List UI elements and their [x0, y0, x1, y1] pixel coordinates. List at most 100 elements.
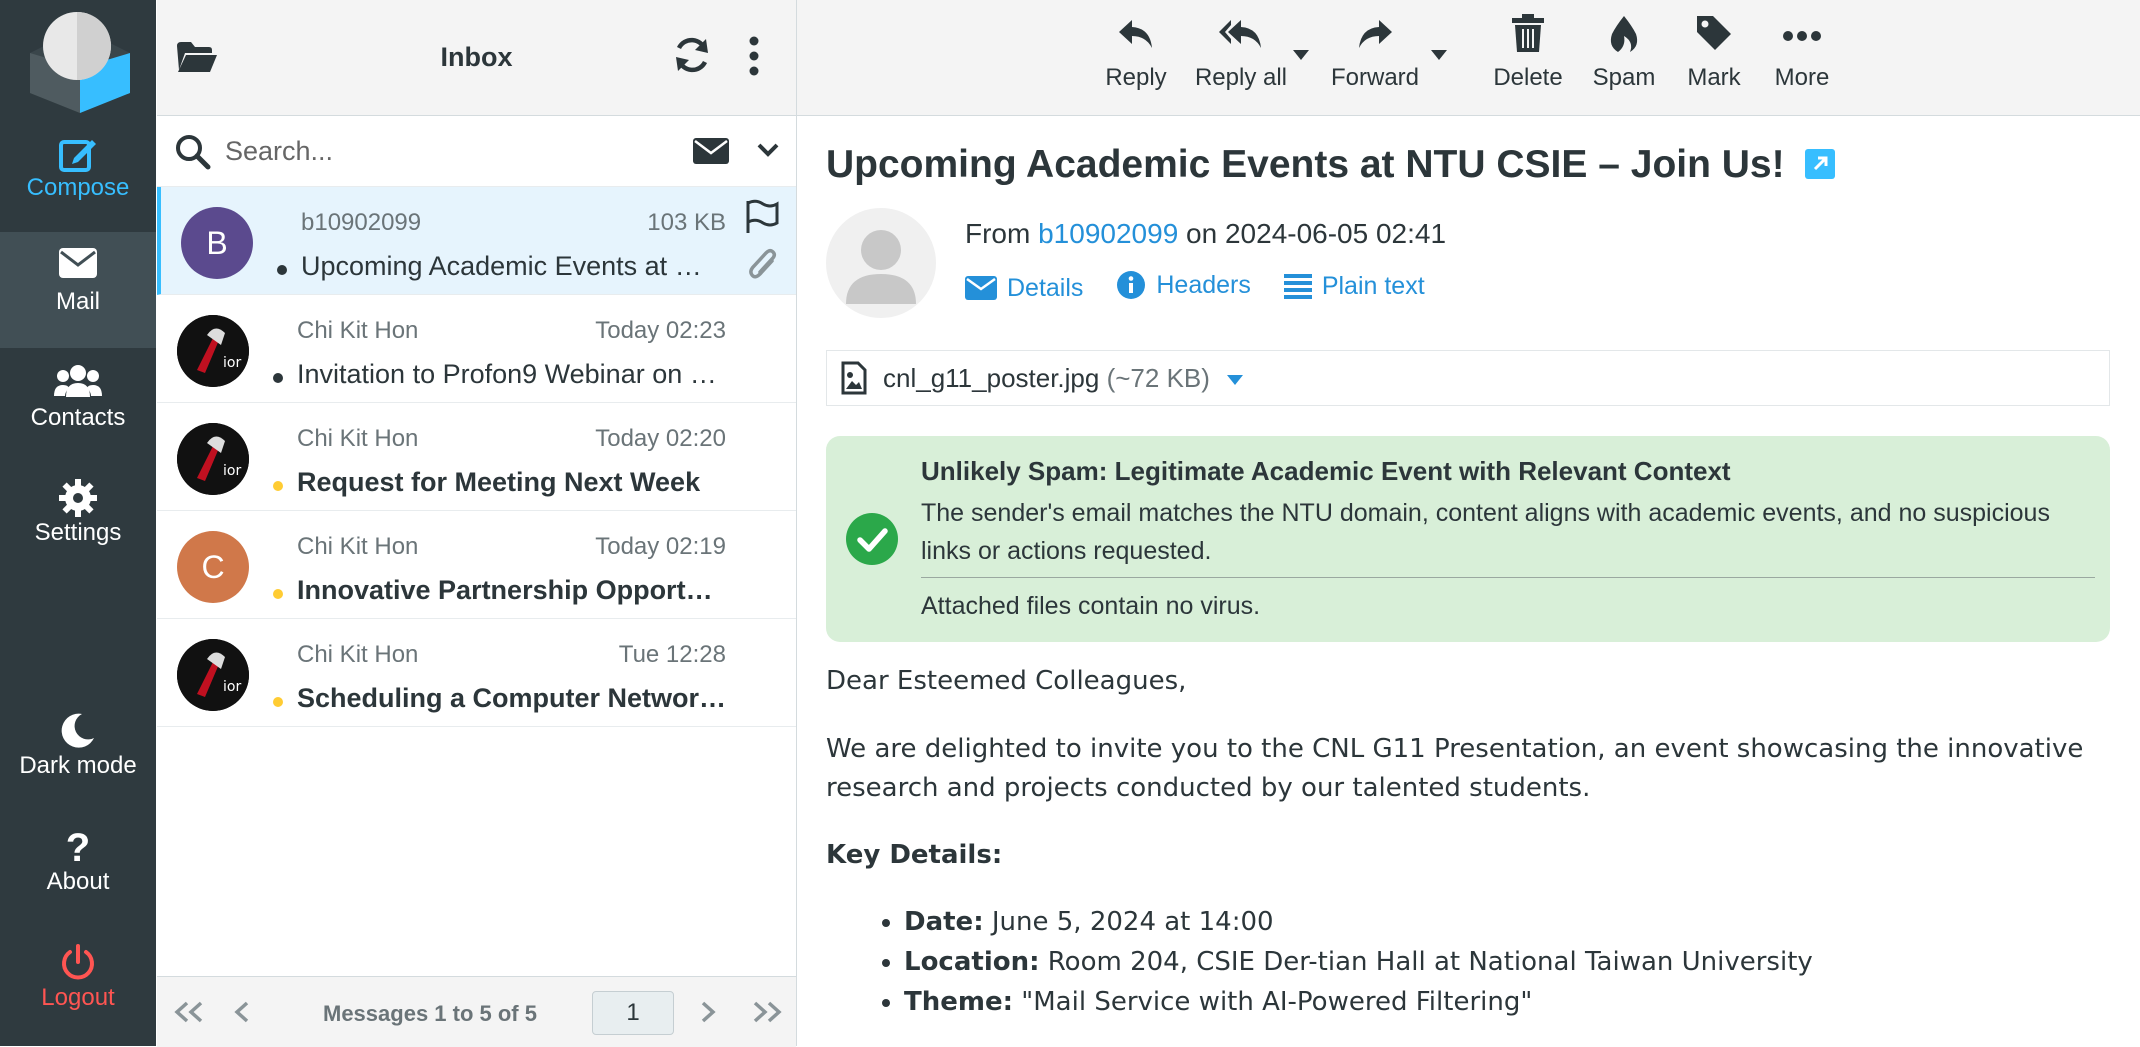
page-number-input[interactable]: 1: [592, 991, 674, 1035]
attachment-menu-icon[interactable]: [1227, 375, 1244, 385]
more-label: More: [1774, 64, 1830, 91]
forward-dropdown-icon[interactable]: [1431, 50, 1447, 60]
question-icon: ?: [65, 826, 91, 870]
open-in-new-window-icon[interactable]: [1805, 149, 1836, 179]
details-link[interactable]: Details: [965, 274, 1083, 303]
reply-all-dropdown-icon[interactable]: [1293, 50, 1309, 60]
header-links: Details Headers Plain text: [965, 270, 1451, 307]
unread-status-dot: [273, 481, 283, 491]
logout-label: Logout: [41, 984, 115, 1011]
message-subject: Invitation to Profon9 Webinar on Email S…: [297, 359, 727, 389]
from-prefix: From: [965, 218, 1031, 249]
check-circle-icon: [846, 513, 898, 565]
avatar: ior: [177, 423, 249, 495]
message-row-3[interactable]: ior Chi Kit Hon Today 02:20 Request for …: [157, 403, 796, 511]
plain-text-label: Plain text: [1321, 271, 1425, 300]
message-row-2[interactable]: ior Chi Kit Hon Today 02:23 Invitation t…: [157, 295, 796, 403]
mail-button[interactable]: Mail: [0, 232, 156, 348]
reply-button[interactable]: Reply: [1101, 14, 1171, 92]
prev-page-icon[interactable]: [233, 1001, 251, 1023]
details-label: Details: [1007, 273, 1084, 302]
compose-button[interactable]: Compose: [0, 118, 156, 234]
dark-mode-button[interactable]: Dark mode: [0, 696, 156, 812]
first-page-icon[interactable]: [171, 1001, 205, 1023]
reply-all-button[interactable]: Reply all: [1191, 14, 1291, 92]
avatar: C: [177, 531, 249, 603]
sender-avatar: [826, 208, 936, 318]
attachment-name-line: cnl_g11_poster.jpg (~72 KB): [883, 363, 1244, 394]
more-button[interactable]: More: [1767, 14, 1837, 92]
last-page-icon[interactable]: [751, 1001, 785, 1023]
mail-label: Mail: [55, 288, 100, 315]
search-bar: [157, 116, 796, 187]
spam-analysis-box: Unlikely Spam: Legitimate Academic Event…: [826, 436, 2110, 642]
headers-label: Headers: [1156, 270, 1251, 299]
more-vertical-icon[interactable]: [749, 36, 759, 76]
spam-label: Spam: [1592, 64, 1656, 91]
reading-pane: Reply Reply all Forward Delete Spam Mark…: [797, 0, 2140, 1046]
attachment-item[interactable]: cnl_g11_poster.jpg (~72 KB): [826, 350, 2110, 406]
message-list-panel: Inbox B b10902099 103 KB Upcoming Academ…: [157, 0, 797, 1047]
avatar: ior: [177, 639, 249, 711]
detail-label: Theme:: [904, 987, 1014, 1017]
flag-icon[interactable]: [744, 199, 780, 235]
message-date: Today 02:20: [595, 425, 726, 452]
compose-icon: [0, 118, 156, 174]
forward-button[interactable]: Forward: [1327, 14, 1423, 92]
sender-link[interactable]: b10902099: [1038, 218, 1178, 249]
mark-button[interactable]: Mark: [1679, 14, 1749, 92]
detail-value: Room 204, CSIE Der-tian Hall at National…: [1047, 947, 1813, 977]
key-details-list: Date: June 5, 2024 at 14:00 Location: Ro…: [826, 902, 1813, 1022]
search-icon: [176, 135, 211, 170]
contacts-label: Contacts: [30, 404, 126, 431]
moon-icon: [0, 696, 156, 752]
paperclip-icon: [749, 248, 777, 279]
detail-value: June 5, 2024 at 14:00: [991, 907, 1274, 937]
key-details-heading: Key Details:: [826, 840, 1003, 870]
logout-button[interactable]: Logout: [0, 928, 156, 1044]
power-icon: [0, 928, 156, 984]
list-footer: Messages 1 to 5 of 5 1: [157, 976, 796, 1047]
list-header: Inbox: [157, 0, 796, 116]
message-sender: Chi Kit Hon: [297, 425, 419, 452]
spam-verdict-title: Unlikely Spam: Legitimate Academic Event…: [921, 456, 1731, 486]
message-row-5[interactable]: ior Chi Kit Hon Tue 12:28 Scheduling a C…: [157, 619, 796, 727]
roundcube-logo: [30, 12, 130, 113]
message-date: Today 02:23: [595, 317, 726, 344]
settings-button[interactable]: Settings: [0, 463, 156, 579]
about-button[interactable]: ? About: [0, 812, 156, 928]
message-count: Messages 1 to 5 of 5: [323, 1001, 537, 1026]
message-subject: Request for Meeting Next Week: [297, 467, 701, 497]
reply-label: Reply: [1105, 64, 1167, 91]
message-subject: Innovative Partnership Opportunity: [297, 575, 727, 605]
dark-mode-label: Dark mode: [19, 752, 137, 779]
plain-text-link[interactable]: Plain text: [1283, 271, 1425, 301]
contacts-button[interactable]: Contacts: [0, 348, 156, 464]
next-page-icon[interactable]: [699, 1001, 717, 1023]
message-subject: Scheduling a Computer Networks Meeting: [297, 683, 727, 713]
message-row-4[interactable]: C Chi Kit Hon Today 02:19 Innovative Par…: [157, 511, 796, 619]
spam-button[interactable]: Spam: [1589, 14, 1659, 92]
compose-label: Compose: [26, 174, 130, 201]
delete-button[interactable]: Delete: [1493, 14, 1563, 92]
chevron-down-icon[interactable]: [757, 142, 779, 158]
delete-label: Delete: [1493, 64, 1563, 91]
virus-scan-result: Attached files contain no virus.: [921, 592, 1261, 620]
about-label: About: [46, 868, 110, 895]
message-sender: Chi Kit Hon: [297, 641, 419, 668]
attachment-name: cnl_g11_poster.jpg: [883, 363, 1100, 393]
headers-link[interactable]: Headers: [1116, 270, 1251, 300]
message-greeting: Dear Esteemed Colleagues,: [826, 666, 1187, 696]
message-date: Today 02:19: [595, 533, 726, 560]
detail-label: Date:: [904, 907, 984, 937]
message-size: 103 KB: [647, 209, 726, 236]
detail-label: Location:: [904, 947, 1040, 977]
info-icon: [1117, 271, 1146, 299]
users-icon: [0, 348, 156, 404]
envelope-filter-icon[interactable]: [693, 138, 729, 164]
message-row-1[interactable]: B b10902099 103 KB Upcoming Academic Eve…: [157, 187, 796, 295]
message-toolbar: Reply Reply all Forward Delete Spam Mark…: [797, 0, 2140, 116]
refresh-icon[interactable]: [673, 36, 711, 74]
svg-text:ior: ior: [223, 463, 241, 479]
avatar: ior: [177, 315, 249, 387]
